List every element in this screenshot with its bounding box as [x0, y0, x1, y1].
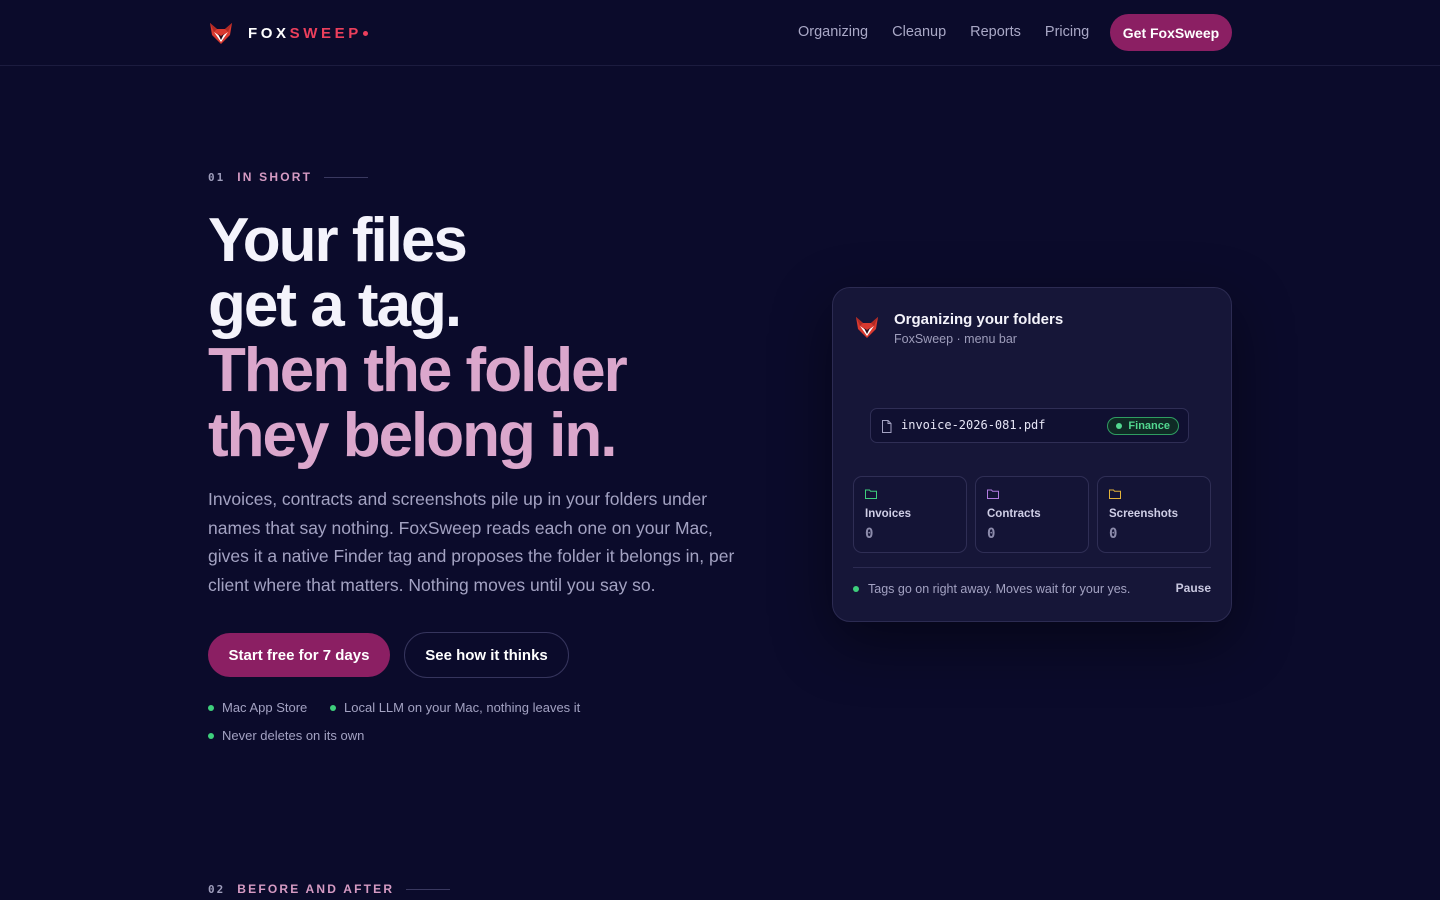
feature-item: Local LLM on your Mac, nothing leaves it	[330, 700, 580, 715]
section-rule	[324, 176, 369, 178]
status-text: Tags go on right away. Moves wait for yo…	[868, 582, 1131, 596]
tag-label: Finance	[1128, 420, 1170, 432]
card-status: Tags go on right away. Moves wait for yo…	[853, 582, 1130, 596]
brand[interactable]: FOX SWEEP	[208, 19, 368, 47]
hero-description: Invoices, contracts and screenshots pile…	[208, 489, 735, 595]
folder-name: Screenshots	[1109, 508, 1179, 520]
get-foxsweep-button[interactable]: Get FoxSweep	[1110, 14, 1232, 51]
folder-screenshots: Screenshots 0	[1097, 476, 1211, 553]
check-dot-icon	[208, 704, 214, 711]
brand-dot	[362, 30, 368, 36]
destination-folders: Invoices 0 Contracts 0 Screenshots 0	[853, 476, 1211, 553]
feature-item: Never deletes on its own	[208, 728, 364, 743]
nav-link-reports[interactable]: Reports	[970, 22, 1021, 42]
folder-count: 0	[987, 526, 996, 542]
section-rule	[406, 888, 451, 890]
finder-tag-badge: Finance	[1107, 417, 1179, 435]
nav-links: Organizing Cleanup Reports Pricing	[798, 22, 1089, 42]
top-nav: FOX SWEEP Organizing Cleanup Reports Pric…	[0, 0, 1440, 66]
nav-link-pricing[interactable]: Pricing	[1045, 22, 1089, 42]
section-number: 01	[208, 170, 226, 184]
check-dot-icon	[208, 732, 214, 739]
pause-button[interactable]: Pause	[1176, 581, 1211, 595]
section-eyebrow-in-short: 01 IN SHORT	[208, 170, 369, 184]
nav-link-cleanup[interactable]: Cleanup	[892, 22, 946, 42]
folder-icon	[1109, 489, 1121, 499]
check-dot-icon	[330, 704, 336, 711]
folder-count: 0	[1109, 526, 1118, 542]
nav-link-organizing[interactable]: Organizing	[798, 22, 868, 42]
folder-contracts: Contracts 0	[975, 476, 1089, 553]
folder-invoices: Invoices 0	[853, 476, 967, 553]
tag-dot-icon	[1116, 423, 1123, 429]
card-title: Organizing your folders	[894, 311, 1064, 328]
file-name: invoice-2026-081.pdf	[901, 418, 1046, 432]
section-eyebrow-before-after: 02 BEFORE AND AFTER	[208, 882, 451, 896]
section-label: IN SHORT	[237, 170, 313, 184]
brand-name-fox: FOX	[248, 24, 290, 42]
section-label: BEFORE AND AFTER	[237, 882, 395, 896]
feature-item: Mac App Store	[208, 700, 307, 715]
section-number: 02	[208, 882, 226, 896]
hero-headline: Your files get a tag. Then the folder th…	[208, 208, 768, 468]
card-subtitle: FoxSweep · menu bar	[894, 332, 1017, 346]
see-how-it-thinks-button[interactable]: See how it thinks	[404, 632, 569, 678]
file-row: invoice-2026-081.pdf Finance	[870, 408, 1189, 443]
document-icon	[882, 420, 892, 433]
folder-icon	[987, 489, 999, 499]
folder-icon	[865, 489, 877, 499]
start-free-trial-button[interactable]: Start free for 7 days	[208, 633, 390, 677]
brand-name: FOX SWEEP	[248, 25, 368, 42]
headline-line-3: Then the folder	[208, 336, 628, 405]
folder-name: Contracts	[987, 508, 1041, 520]
folder-count: 0	[865, 526, 874, 542]
fox-logo-icon	[856, 317, 878, 338]
headline-line-2: get a tag.	[208, 271, 462, 340]
card-divider	[853, 567, 1211, 568]
feature-label: Mac App Store	[222, 700, 308, 715]
feature-label: Local LLM on your Mac, nothing leaves it	[344, 700, 581, 715]
feature-label: Never deletes on its own	[222, 728, 365, 743]
status-dot-icon	[853, 586, 859, 592]
folder-name: Invoices	[865, 508, 912, 520]
organizing-preview-card: Organizing your folders FoxSweep · menu …	[832, 287, 1232, 622]
fox-logo-icon	[210, 23, 232, 44]
brand-name-sweep: SWEEP	[289, 24, 362, 42]
headline-line-4: they belong in.	[208, 401, 617, 470]
headline-line-1: Your files	[208, 206, 468, 275]
